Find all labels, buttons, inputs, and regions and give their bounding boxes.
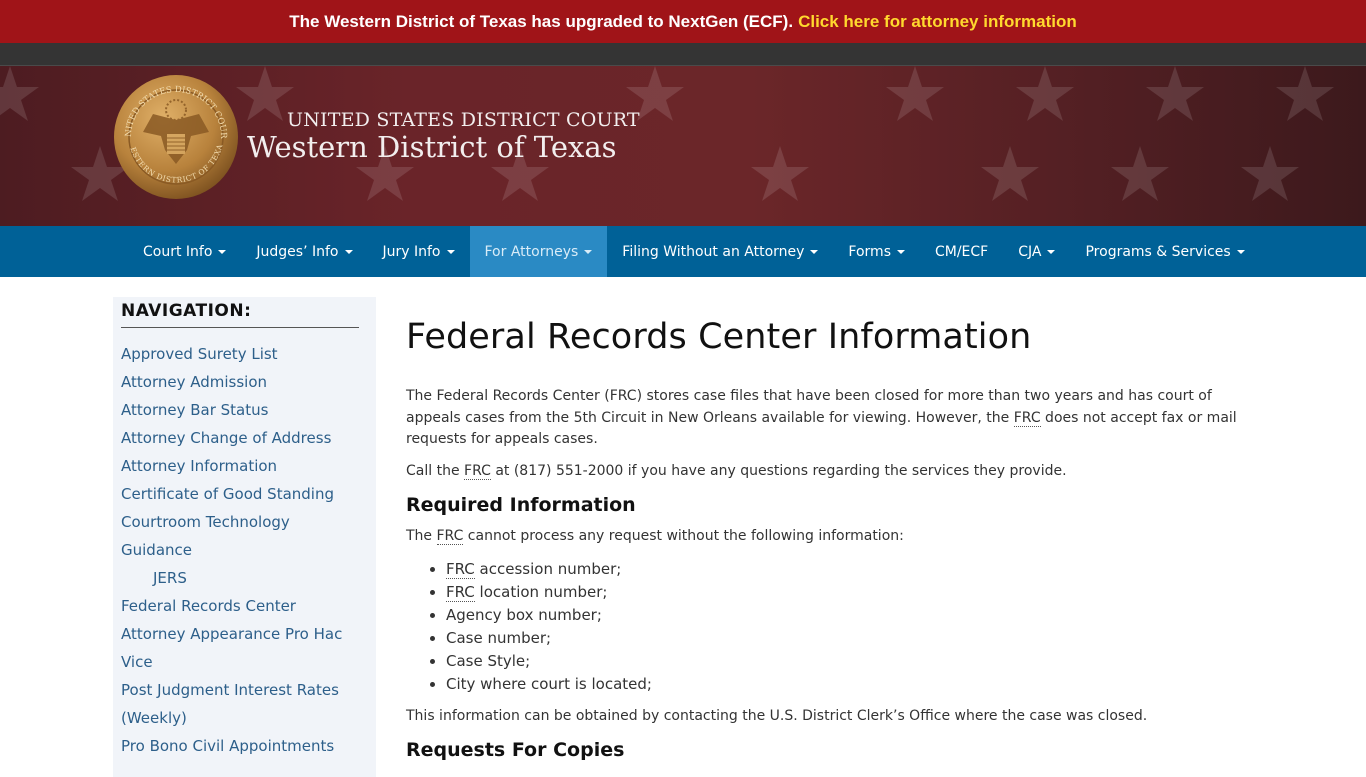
alert-banner: The Western District of Texas has upgrad… xyxy=(0,0,1366,43)
sidebar-item-guidance[interactable]: Guidance xyxy=(121,536,359,564)
contact-paragraph: Call the FRC at (817) 551-2000 if you ha… xyxy=(406,462,1067,480)
sidebar-item-attorney-bar-status[interactable]: Attorney Bar Status xyxy=(121,396,359,424)
list-item: City where court is located; xyxy=(446,673,1256,696)
sidebar-item-certificate-good-standing[interactable]: Certificate of Good Standing xyxy=(121,480,359,508)
list-item: Case Style; xyxy=(446,650,1256,673)
main-content: Federal Records Center Information The F… xyxy=(406,310,1256,771)
nav-forms[interactable]: Forms xyxy=(833,226,920,277)
list-item: Agency box number; xyxy=(446,604,1256,627)
requests-for-copies-heading: Requests For Copies xyxy=(406,739,625,761)
sidebar-navigation: NAVIGATION: Approved Surety List Attorne… xyxy=(113,297,376,777)
list-item: FRC accession number; xyxy=(446,558,1256,581)
list-item: FRC location number; xyxy=(446,581,1256,604)
sidebar-item-jers[interactable]: JERS xyxy=(121,564,359,592)
caret-down-icon xyxy=(1236,249,1245,254)
required-info-paragraph: The FRC cannot process any request witho… xyxy=(406,528,904,545)
sidebar-item-post-judgment-interest[interactable]: Post Judgment Interest Rates xyxy=(121,676,359,704)
caret-down-icon xyxy=(446,249,455,254)
page-title: Federal Records Center Information xyxy=(406,317,1032,357)
nav-cm-ecf[interactable]: CM/ECF xyxy=(920,226,1003,277)
court-title-line2: Western District of Texas xyxy=(247,130,617,164)
sidebar-item-pro-hac-vice[interactable]: Attorney Appearance Pro Hac xyxy=(121,620,359,648)
required-info-list: FRC accession number; FRC location numbe… xyxy=(446,558,1256,696)
court-title: UNITED STATES DISTRICT COURT Western Dis… xyxy=(247,108,640,162)
caret-down-icon xyxy=(810,249,819,254)
top-strip xyxy=(0,43,1366,66)
nav-filing-without-attorney[interactable]: Filing Without an Attorney xyxy=(607,226,833,277)
frc-abbr[interactable]: FRC xyxy=(1013,409,1041,427)
sidebar-item-federal-records-center[interactable]: Federal Records Center xyxy=(121,592,359,620)
required-information-heading: Required Information xyxy=(406,494,636,516)
sidebar-item-pro-hac-vice-cont[interactable]: Vice xyxy=(121,648,359,676)
nav-for-attorneys[interactable]: For Attorneys xyxy=(469,226,608,277)
caret-down-icon xyxy=(896,249,905,254)
nav-cja[interactable]: CJA xyxy=(1003,226,1070,277)
attorney-information-link[interactable]: Click here for attorney information xyxy=(798,12,1077,32)
caret-down-icon xyxy=(344,249,353,254)
sidebar-item-attorney-admission[interactable]: Attorney Admission xyxy=(121,368,359,396)
sidebar-item-attorney-change-of-address[interactable]: Attorney Change of Address xyxy=(121,424,359,452)
frc-abbr[interactable]: FRC xyxy=(436,528,464,545)
sidebar-item-pro-bono[interactable]: Pro Bono Civil Appointments xyxy=(121,732,359,760)
caret-down-icon xyxy=(1047,249,1056,254)
nav-programs-services[interactable]: Programs & Services xyxy=(1070,226,1259,277)
nav-jury-info[interactable]: Jury Info xyxy=(368,226,470,277)
nav-judges-info[interactable]: Judges’ Info xyxy=(241,226,367,277)
site-header: UNITED STATES DISTRICT COURT WESTERN DIS… xyxy=(0,66,1366,226)
sidebar-item-post-judgment-interest-cont[interactable]: (Weekly) xyxy=(121,704,359,732)
sidebar-item-attorney-information[interactable]: Attorney Information xyxy=(121,452,359,480)
frc-abbr[interactable]: FRC xyxy=(464,462,491,480)
frc-abbr[interactable]: FRC xyxy=(446,559,475,579)
sidebar-item-courtroom-technology[interactable]: Courtroom Technology xyxy=(121,508,359,536)
caret-down-icon xyxy=(584,249,593,254)
sidebar-item-approved-surety-list[interactable]: Approved Surety List xyxy=(121,340,359,368)
caret-down-icon xyxy=(218,249,227,254)
nav-court-info[interactable]: Court Info xyxy=(128,226,241,277)
intro-paragraph: The Federal Records Center (FRC) stores … xyxy=(406,388,1237,447)
main-navbar: Court Info Judges’ Info Jury Info For At… xyxy=(0,226,1366,277)
frc-abbr[interactable]: FRC xyxy=(446,582,475,602)
court-title-line1: UNITED STATES DISTRICT COURT xyxy=(287,109,640,131)
list-item: Case number; xyxy=(446,627,1256,650)
obtain-info-paragraph: This information can be obtained by cont… xyxy=(406,707,1148,724)
court-seal-logo[interactable]: UNITED STATES DISTRICT COURT WESTERN DIS… xyxy=(113,74,239,200)
sidebar-title: NAVIGATION: xyxy=(121,301,359,328)
alert-text: The Western District of Texas has upgrad… xyxy=(289,11,794,31)
